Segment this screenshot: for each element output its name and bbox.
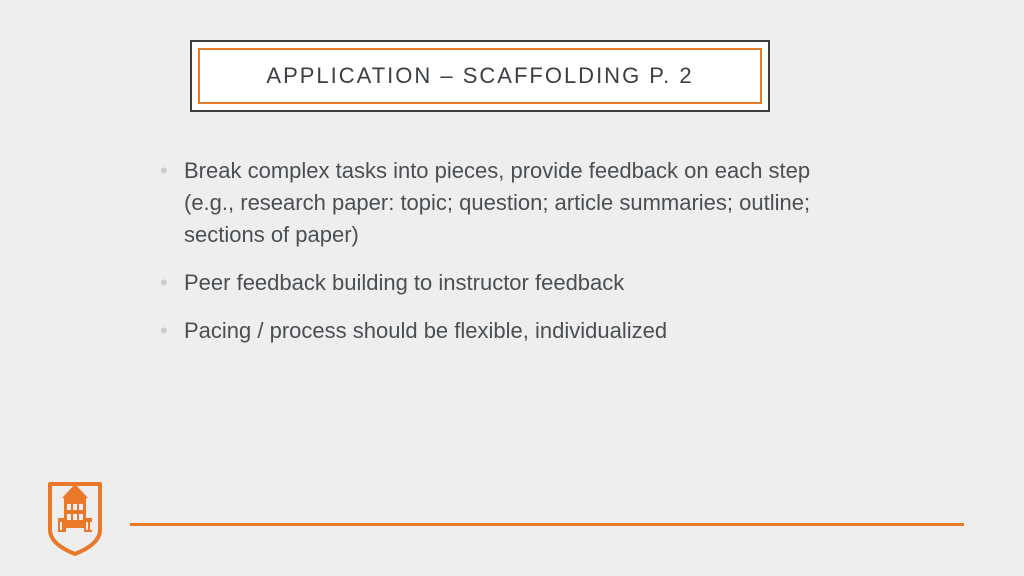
institution-logo-icon xyxy=(40,478,110,558)
list-item: Pacing / process should be flexible, ind… xyxy=(160,315,860,347)
title-frame-outer: APPLICATION – SCAFFOLDING P. 2 xyxy=(190,40,770,112)
footer-divider xyxy=(130,523,964,526)
slide-title: APPLICATION – SCAFFOLDING P. 2 xyxy=(266,63,693,89)
list-item: Break complex tasks into pieces, provide… xyxy=(160,155,860,251)
title-frame-inner: APPLICATION – SCAFFOLDING P. 2 xyxy=(198,48,762,104)
list-item: Peer feedback building to instructor fee… xyxy=(160,267,860,299)
bullet-list: Break complex tasks into pieces, provide… xyxy=(160,155,860,362)
